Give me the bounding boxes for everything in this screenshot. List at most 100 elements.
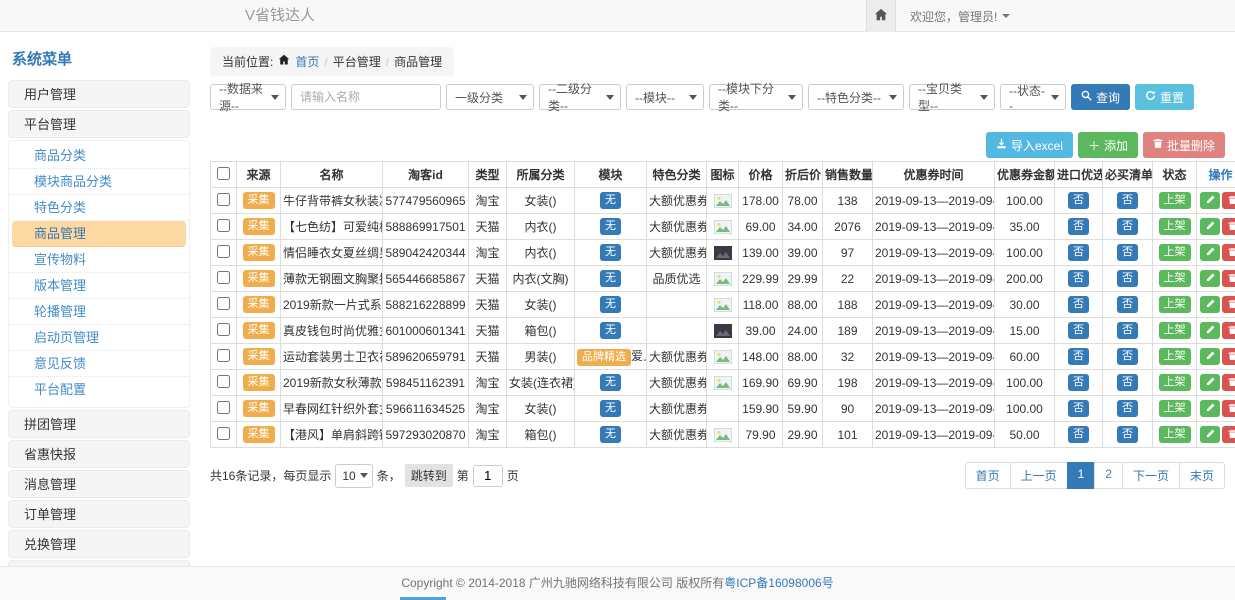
edit-button[interactable] [1200, 400, 1220, 417]
reset-button[interactable]: 重置 [1135, 84, 1194, 110]
name-search-input[interactable] [291, 84, 441, 110]
sidebar-group[interactable]: 省惠快报 [8, 440, 190, 468]
home-button[interactable] [866, 0, 896, 32]
edit-button[interactable] [1200, 348, 1220, 365]
edit-button[interactable] [1200, 322, 1220, 339]
pager-button[interactable]: 1 [1067, 462, 1096, 489]
status-badge[interactable]: 上架 [1159, 218, 1191, 235]
filter-select[interactable]: --状态-- [1000, 84, 1066, 110]
sidebar-group[interactable]: 消息管理 [8, 470, 190, 498]
status-badge[interactable]: 上架 [1159, 400, 1191, 417]
import-toggle-button[interactable]: 否 [1068, 270, 1089, 287]
icp-link[interactable]: 粤ICP备16098006号 [724, 576, 833, 590]
filter-select[interactable]: 一级分类 [446, 84, 534, 110]
row-checkbox[interactable] [217, 219, 230, 232]
must-buy-toggle-button[interactable]: 否 [1117, 426, 1138, 443]
row-checkbox[interactable] [217, 401, 230, 414]
batch-delete-button[interactable]: 批量删除 [1143, 132, 1225, 158]
status-badge[interactable]: 上架 [1159, 270, 1191, 287]
import-toggle-button[interactable]: 否 [1068, 244, 1089, 261]
import-toggle-button[interactable]: 否 [1068, 426, 1089, 443]
pager-button[interactable]: 首页 [965, 462, 1011, 489]
pager-button[interactable]: 上一页 [1010, 462, 1068, 489]
import-toggle-button[interactable]: 否 [1068, 348, 1089, 365]
sidebar-item[interactable]: 商品管理 [12, 221, 186, 247]
must-buy-toggle-button[interactable]: 否 [1117, 400, 1138, 417]
row-checkbox[interactable] [217, 427, 230, 440]
user-menu[interactable]: 欢迎您，管理员! [910, 8, 1010, 25]
jump-to-button[interactable]: 跳转到 [405, 464, 453, 487]
row-checkbox[interactable] [217, 297, 230, 310]
status-badge[interactable]: 上架 [1159, 244, 1191, 261]
edit-button[interactable] [1200, 244, 1220, 261]
status-badge[interactable]: 上架 [1159, 426, 1191, 443]
status-badge[interactable]: 上架 [1159, 296, 1191, 313]
must-buy-toggle-button[interactable]: 否 [1117, 244, 1138, 261]
row-checkbox[interactable] [217, 271, 230, 284]
pager-button[interactable]: 末页 [1179, 462, 1225, 489]
delete-button[interactable] [1222, 348, 1235, 365]
must-buy-toggle-button[interactable]: 否 [1117, 374, 1138, 391]
status-badge[interactable]: 上架 [1159, 374, 1191, 391]
must-buy-toggle-button[interactable]: 否 [1117, 322, 1138, 339]
sidebar-group[interactable]: 用户管理 [8, 80, 190, 108]
search-button[interactable]: 查询 [1071, 84, 1130, 110]
import-toggle-button[interactable]: 否 [1068, 374, 1089, 391]
import-toggle-button[interactable]: 否 [1068, 192, 1089, 209]
delete-button[interactable] [1222, 192, 1235, 209]
import-excel-button[interactable]: 导入excel [986, 132, 1073, 158]
import-toggle-button[interactable]: 否 [1068, 218, 1089, 235]
delete-button[interactable] [1222, 244, 1235, 261]
edit-button[interactable] [1200, 270, 1220, 287]
sidebar-group[interactable]: 订单管理 [8, 500, 190, 528]
filter-select[interactable]: --模块下分类-- [709, 84, 803, 110]
must-buy-toggle-button[interactable]: 否 [1117, 270, 1138, 287]
must-buy-toggle-button[interactable]: 否 [1117, 296, 1138, 313]
sidebar-item[interactable]: 轮播管理 [9, 299, 189, 325]
filter-select[interactable]: --模块-- [626, 84, 704, 110]
select-all-checkbox[interactable] [217, 167, 230, 180]
import-toggle-button[interactable]: 否 [1068, 400, 1089, 417]
filter-select[interactable]: --数据来源-- [210, 84, 286, 110]
delete-button[interactable] [1222, 374, 1235, 391]
row-checkbox[interactable] [217, 349, 230, 362]
import-toggle-button[interactable]: 否 [1068, 296, 1089, 313]
edit-button[interactable] [1200, 192, 1220, 209]
jump-page-input[interactable] [473, 465, 503, 487]
delete-button[interactable] [1222, 322, 1235, 339]
pager-button[interactable]: 下一页 [1122, 462, 1180, 489]
sidebar-item[interactable]: 启动页管理 [9, 325, 189, 351]
must-buy-toggle-button[interactable]: 否 [1117, 218, 1138, 235]
sidebar-group[interactable]: 兑换管理 [8, 530, 190, 558]
edit-button[interactable] [1200, 426, 1220, 443]
delete-button[interactable] [1222, 218, 1235, 235]
filter-select[interactable]: --二级分类-- [539, 84, 621, 110]
status-badge[interactable]: 上架 [1159, 192, 1191, 209]
must-buy-toggle-button[interactable]: 否 [1117, 192, 1138, 209]
edit-button[interactable] [1200, 374, 1220, 391]
sidebar-group[interactable]: 平台管理 [8, 110, 190, 138]
per-page-select[interactable]: 10 [335, 464, 372, 488]
edit-button[interactable] [1200, 218, 1220, 235]
status-badge[interactable]: 上架 [1159, 322, 1191, 339]
delete-button[interactable] [1222, 270, 1235, 287]
filter-select[interactable]: --宝贝类型-- [909, 84, 995, 110]
row-checkbox[interactable] [217, 245, 230, 258]
delete-button[interactable] [1222, 426, 1235, 443]
sidebar-item[interactable]: 版本管理 [9, 273, 189, 299]
edit-button[interactable] [1200, 296, 1220, 313]
delete-button[interactable] [1222, 400, 1235, 417]
delete-button[interactable] [1222, 296, 1235, 313]
sidebar-item[interactable]: 平台配置 [9, 377, 189, 403]
pager-button[interactable]: 2 [1094, 462, 1123, 489]
sidebar-item[interactable]: 模块商品分类 [9, 169, 189, 195]
sidebar-item[interactable]: 意见反馈 [9, 351, 189, 377]
row-checkbox[interactable] [217, 323, 230, 336]
must-buy-toggle-button[interactable]: 否 [1117, 348, 1138, 365]
sidebar-item[interactable]: 宣传物料 [9, 247, 189, 273]
breadcrumb-home-link[interactable]: 首页 [295, 53, 319, 70]
filter-select[interactable]: --特色分类-- [808, 84, 904, 110]
add-button[interactable]: ＋ 添加 [1078, 132, 1138, 158]
sidebar-group[interactable]: 拼团管理 [8, 410, 190, 438]
row-checkbox[interactable] [217, 193, 230, 206]
